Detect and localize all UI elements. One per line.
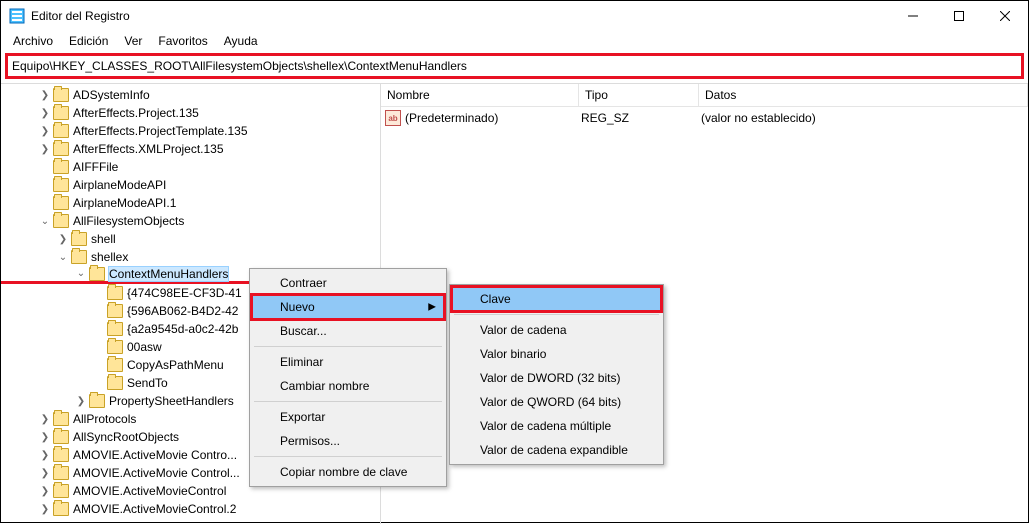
menu-help[interactable]: Ayuda <box>216 32 266 50</box>
folder-icon <box>53 124 69 138</box>
ctx-new-dword[interactable]: Valor de DWORD (32 bits) <box>452 366 661 390</box>
title-bar: Editor del Registro <box>1 1 1028 31</box>
ctx-new-multistring[interactable]: Valor de cadena múltiple <box>452 414 661 438</box>
tree-item[interactable]: ❯ADSystemInfo <box>1 86 380 104</box>
ctx-new-key[interactable]: Clave <box>452 287 661 311</box>
app-icon <box>9 8 25 24</box>
expand-icon[interactable]: ❯ <box>37 468 53 479</box>
ctx-new-expandstring[interactable]: Valor de cadena expandible <box>452 438 661 462</box>
tree-item[interactable]: ❯shell <box>1 230 380 248</box>
collapse-icon[interactable]: ⌄ <box>73 268 89 279</box>
col-type[interactable]: Tipo <box>579 84 699 106</box>
folder-icon <box>53 142 69 156</box>
expand-icon[interactable]: ❯ <box>37 504 53 515</box>
folder-icon <box>71 250 87 264</box>
list-header: Nombre Tipo Datos <box>381 84 1028 107</box>
value-data: (valor no establecido) <box>701 111 816 125</box>
tree-item[interactable]: ⌄AllFilesystemObjects <box>1 212 380 230</box>
tree-item[interactable]: AirplaneModeAPI <box>1 176 380 194</box>
folder-icon <box>53 88 69 102</box>
folder-icon <box>53 430 69 444</box>
menu-favorites[interactable]: Favoritos <box>150 32 215 50</box>
ctx-find[interactable]: Buscar... <box>252 319 444 343</box>
ctx-permissions[interactable]: Permisos... <box>252 429 444 453</box>
list-row[interactable]: ab (Predeterminado) REG_SZ (valor no est… <box>381 107 1028 129</box>
folder-icon <box>107 358 123 372</box>
minimize-button[interactable] <box>890 1 936 31</box>
folder-icon <box>107 286 123 300</box>
folder-icon <box>53 502 69 516</box>
maximize-button[interactable] <box>936 1 982 31</box>
expand-icon[interactable]: ❯ <box>37 414 53 425</box>
folder-icon <box>53 160 69 174</box>
address-bar[interactable]: Equipo\HKEY_CLASSES_ROOT\AllFilesystemOb… <box>5 53 1024 79</box>
folder-icon <box>107 322 123 336</box>
folder-icon <box>53 178 69 192</box>
context-submenu-new: Clave Valor de cadena Valor binario Valo… <box>449 284 664 465</box>
window-title: Editor del Registro <box>31 9 890 23</box>
collapse-icon[interactable]: ⌄ <box>37 216 53 227</box>
ctx-new[interactable]: Nuevo▶ <box>252 295 444 319</box>
tree-item[interactable]: AirplaneModeAPI.1 <box>1 194 380 212</box>
value-type: REG_SZ <box>581 111 701 125</box>
string-value-icon: ab <box>385 110 401 126</box>
menu-edit[interactable]: Edición <box>61 32 116 50</box>
separator <box>254 346 442 347</box>
col-data[interactable]: Datos <box>699 84 1028 106</box>
tree-item[interactable]: ❯AfterEffects.Project.135 <box>1 104 380 122</box>
menu-view[interactable]: Ver <box>116 32 150 50</box>
folder-icon <box>71 232 87 246</box>
folder-icon <box>107 340 123 354</box>
folder-icon <box>107 376 123 390</box>
expand-icon[interactable]: ❯ <box>37 432 53 443</box>
collapse-icon[interactable]: ⌄ <box>55 252 71 263</box>
tree-item[interactable]: ❯AfterEffects.ProjectTemplate.135 <box>1 122 380 140</box>
tree-item[interactable]: ❯AfterEffects.XMLProject.135 <box>1 140 380 158</box>
address-text: Equipo\HKEY_CLASSES_ROOT\AllFilesystemOb… <box>12 59 467 73</box>
expand-icon[interactable] <box>37 162 53 173</box>
folder-icon <box>53 484 69 498</box>
close-button[interactable] <box>982 1 1028 31</box>
folder-icon <box>107 304 123 318</box>
expand-icon[interactable]: ❯ <box>55 234 71 245</box>
separator <box>454 314 659 315</box>
ctx-new-string[interactable]: Valor de cadena <box>452 318 661 342</box>
expand-icon[interactable] <box>37 180 53 191</box>
ctx-collapse[interactable]: Contraer <box>252 271 444 295</box>
submenu-arrow-icon: ▶ <box>428 302 436 313</box>
separator <box>254 401 442 402</box>
folder-icon <box>53 106 69 120</box>
expand-icon[interactable]: ❯ <box>37 90 53 101</box>
tree-item[interactable]: ❯AMOVIE.ActiveMovieControl.2 <box>1 500 380 518</box>
value-name: (Predeterminado) <box>405 111 581 125</box>
separator <box>254 456 442 457</box>
context-menu: Contraer Nuevo▶ Buscar... Eliminar Cambi… <box>249 268 447 487</box>
expand-icon[interactable]: ❯ <box>73 396 89 407</box>
tree-item[interactable]: AIFFFile <box>1 158 380 176</box>
ctx-new-binary[interactable]: Valor binario <box>452 342 661 366</box>
ctx-rename[interactable]: Cambiar nombre <box>252 374 444 398</box>
ctx-copy-key-name[interactable]: Copiar nombre de clave <box>252 460 444 484</box>
folder-icon <box>53 466 69 480</box>
expand-icon[interactable]: ❯ <box>37 108 53 119</box>
folder-icon <box>53 412 69 426</box>
folder-icon <box>53 448 69 462</box>
window-controls <box>890 1 1028 31</box>
expand-icon[interactable]: ❯ <box>37 144 53 155</box>
folder-icon <box>53 196 69 210</box>
folder-icon <box>89 267 105 281</box>
expand-icon[interactable] <box>37 198 53 209</box>
folder-icon <box>53 214 69 228</box>
col-name[interactable]: Nombre <box>381 84 579 106</box>
ctx-new-qword[interactable]: Valor de QWORD (64 bits) <box>452 390 661 414</box>
expand-icon[interactable]: ❯ <box>37 126 53 137</box>
expand-icon[interactable]: ❯ <box>37 486 53 497</box>
tree-item[interactable]: ⌄shellex <box>1 248 380 266</box>
ctx-export[interactable]: Exportar <box>252 405 444 429</box>
expand-icon[interactable]: ❯ <box>37 450 53 461</box>
menu-bar: Archivo Edición Ver Favoritos Ayuda <box>1 31 1028 51</box>
folder-icon <box>89 394 105 408</box>
ctx-delete[interactable]: Eliminar <box>252 350 444 374</box>
menu-file[interactable]: Archivo <box>5 32 61 50</box>
